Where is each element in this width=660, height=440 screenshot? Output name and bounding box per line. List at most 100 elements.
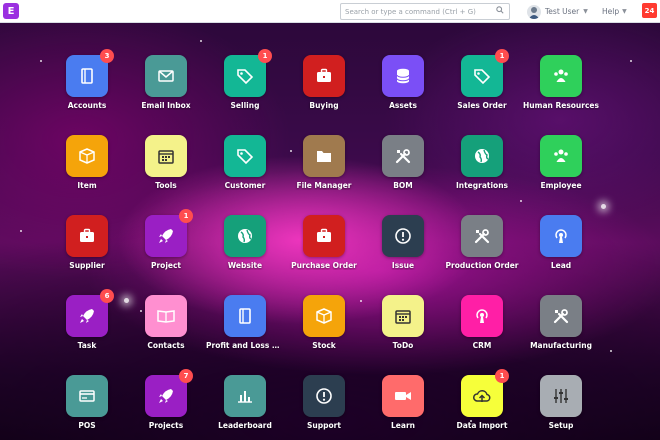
module-tile[interactable] — [303, 215, 345, 257]
rocket-icon — [159, 389, 173, 403]
module-tile[interactable] — [224, 215, 266, 257]
module-sales-order[interactable]: 1 Sales Order — [443, 49, 521, 125]
module-label: Accounts — [67, 101, 107, 110]
notification-badge: 1 — [179, 209, 193, 223]
module-support[interactable]: Support — [285, 375, 363, 440]
module-tile[interactable] — [303, 135, 345, 177]
module-contacts[interactable]: Contacts — [127, 295, 205, 365]
module-project[interactable]: 1 Project — [127, 209, 205, 285]
module-tile[interactable] — [382, 215, 424, 257]
module-tile[interactable] — [461, 295, 503, 337]
module-tile[interactable] — [540, 215, 582, 257]
module-setup[interactable]: Setup — [522, 375, 600, 440]
module-tile[interactable] — [303, 295, 345, 337]
module-tile[interactable] — [66, 135, 108, 177]
module-bom[interactable]: BOM — [364, 135, 442, 205]
module-lead[interactable]: Lead — [522, 215, 600, 285]
module-employee[interactable]: Employee — [522, 135, 600, 205]
module-stock[interactable]: Stock — [285, 295, 363, 365]
module-pos[interactable]: POS — [48, 375, 126, 440]
module-tile[interactable] — [461, 215, 503, 257]
book-icon — [81, 68, 93, 84]
module-selling[interactable]: 1 Selling — [206, 49, 284, 125]
module-tile[interactable] — [540, 295, 582, 337]
module-tile[interactable] — [461, 135, 503, 177]
database-icon — [396, 68, 410, 84]
module-label: Projects — [148, 421, 184, 430]
module-purchase-order[interactable]: Purchase Order — [285, 215, 363, 285]
module-tile[interactable] — [145, 295, 187, 337]
module-task[interactable]: 6 Task — [48, 289, 126, 365]
module-profit-and-loss-statement[interactable]: Profit and Loss Statement — [206, 295, 284, 365]
module-tile[interactable]: 1 — [145, 209, 193, 257]
module-file-manager[interactable]: File Manager — [285, 135, 363, 205]
module-data-import[interactable]: 1 Data Import — [443, 369, 521, 440]
module-todo[interactable]: ToDo — [364, 295, 442, 365]
module-tile[interactable] — [540, 55, 582, 97]
module-tile[interactable] — [303, 55, 345, 97]
module-tile[interactable] — [66, 215, 108, 257]
module-tile[interactable]: 7 — [145, 369, 193, 417]
notification-badge: 3 — [100, 49, 114, 63]
globe-icon — [475, 149, 489, 163]
module-label: Supplier — [69, 261, 105, 270]
module-integrations[interactable]: Integrations — [443, 135, 521, 205]
module-label: Purchase Order — [291, 261, 357, 270]
module-tile[interactable]: 1 — [461, 49, 509, 97]
module-manufacturing[interactable]: Manufacturing — [522, 295, 600, 365]
module-label: Website — [227, 261, 263, 270]
module-supplier[interactable]: Supplier — [48, 215, 126, 285]
module-label: CRM — [472, 341, 492, 350]
module-website[interactable]: Website — [206, 215, 284, 285]
module-tile[interactable] — [382, 55, 424, 97]
module-learn[interactable]: Learn — [364, 375, 442, 440]
module-label: Email Inbox — [141, 101, 191, 110]
box-icon — [316, 308, 332, 324]
module-tile[interactable] — [540, 375, 582, 417]
module-tile[interactable]: 1 — [461, 369, 509, 417]
module-tile[interactable] — [382, 295, 424, 337]
module-accounts[interactable]: 3 Accounts — [48, 49, 126, 125]
module-label: Leaderboard — [218, 421, 272, 430]
module-projects[interactable]: 7 Projects — [127, 369, 205, 440]
module-item[interactable]: Item — [48, 135, 126, 205]
module-customer[interactable]: Customer — [206, 135, 284, 205]
module-tile[interactable] — [145, 55, 187, 97]
module-label: Selling — [230, 101, 260, 110]
module-tile[interactable]: 6 — [66, 289, 114, 337]
module-tile[interactable] — [382, 135, 424, 177]
tools-icon — [474, 229, 490, 244]
mail-icon — [158, 70, 174, 82]
module-label: Profit and Loss Statement — [206, 341, 284, 350]
broadcast-icon — [555, 229, 567, 243]
broadcast-icon — [476, 309, 488, 323]
module-leaderboard[interactable]: Leaderboard — [206, 375, 284, 440]
module-assets[interactable]: Assets — [364, 55, 442, 125]
card-icon — [79, 390, 95, 402]
module-crm[interactable]: CRM — [443, 295, 521, 365]
module-production-order[interactable]: Production Order — [443, 215, 521, 285]
module-tile[interactable] — [224, 135, 266, 177]
module-tools[interactable]: Tools — [127, 135, 205, 205]
module-tile[interactable] — [224, 295, 266, 337]
module-tile[interactable] — [145, 135, 187, 177]
notification-badge: 1 — [495, 369, 509, 383]
module-tile[interactable]: 1 — [224, 49, 272, 97]
module-buying[interactable]: Buying — [285, 55, 363, 125]
module-tile[interactable] — [66, 375, 108, 417]
module-tile[interactable]: 3 — [66, 49, 114, 97]
module-email-inbox[interactable]: Email Inbox — [127, 55, 205, 125]
module-label: POS — [78, 421, 96, 430]
module-tile[interactable] — [540, 135, 582, 177]
module-label: Customer — [224, 181, 266, 190]
notification-badge: 6 — [100, 289, 114, 303]
module-tile[interactable] — [303, 375, 345, 417]
calendar-icon — [395, 310, 411, 324]
module-label: Item — [77, 181, 97, 190]
module-label: Manufacturing — [530, 341, 592, 350]
notification-badge: 1 — [258, 49, 272, 63]
module-tile[interactable] — [224, 375, 266, 417]
module-tile[interactable] — [382, 375, 424, 417]
module-issue[interactable]: Issue — [364, 215, 442, 285]
module-human-resources[interactable]: Human Resources — [522, 55, 600, 125]
